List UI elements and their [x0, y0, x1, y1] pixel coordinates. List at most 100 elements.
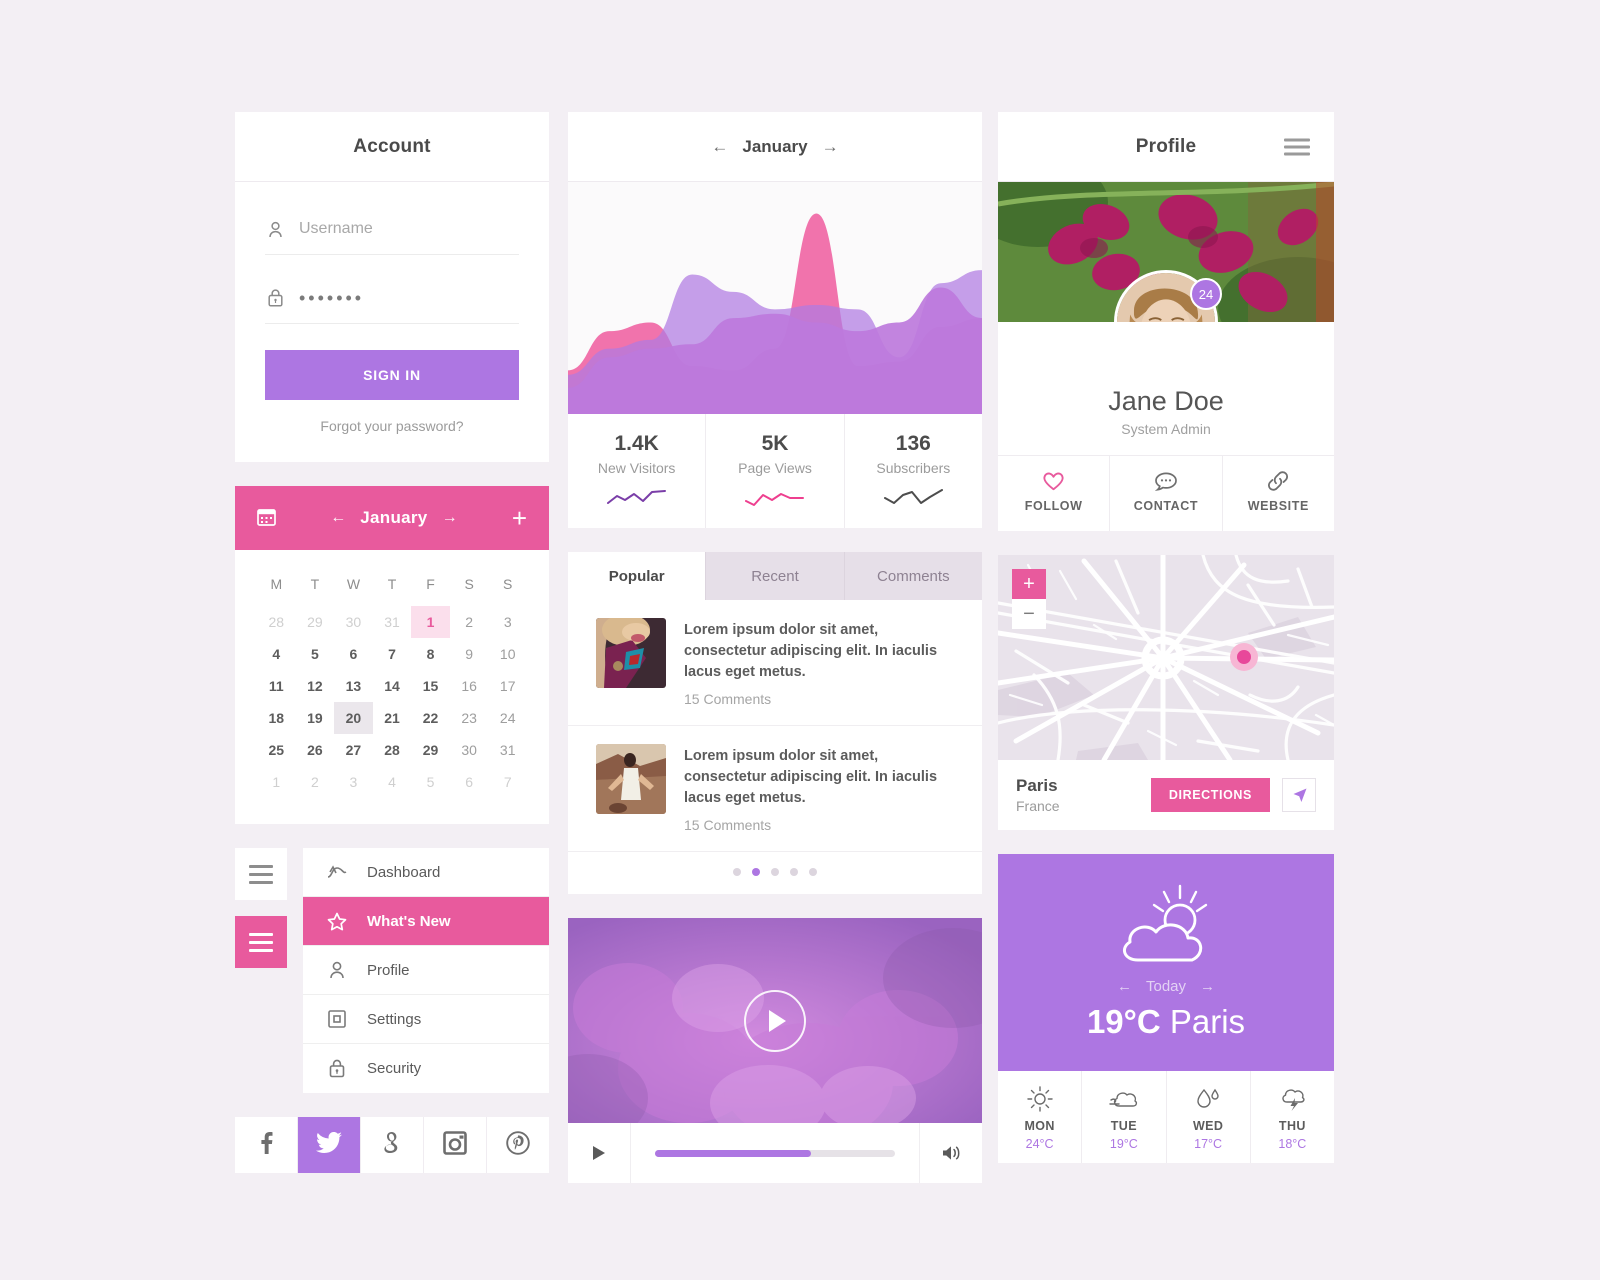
video-play-overlay-button[interactable]	[744, 989, 806, 1052]
pager-dot[interactable]	[809, 868, 817, 877]
calendar-day[interactable]: 24	[488, 702, 527, 734]
calendar-day[interactable]: 5	[411, 766, 450, 798]
weather-prev-arrow[interactable]: ←	[1117, 978, 1132, 995]
video-play-button[interactable]	[568, 1123, 631, 1184]
calendar-day[interactable]: 5	[296, 638, 335, 670]
calendar-day[interactable]: 18	[257, 702, 296, 734]
calendar-day[interactable]: 1	[411, 606, 450, 638]
pager-dot[interactable]	[790, 868, 798, 877]
calendar-day[interactable]: 3	[488, 606, 527, 638]
calendar-day[interactable]: 27	[334, 734, 373, 766]
calendar-day[interactable]: 12	[296, 670, 335, 702]
calendar-add-button[interactable]: +	[512, 505, 527, 531]
calendar-day[interactable]: 11	[257, 670, 296, 702]
calendar-day[interactable]: 8	[411, 638, 450, 670]
calendar-day[interactable]: 2	[296, 766, 335, 798]
pager-dot[interactable]	[752, 868, 760, 877]
analytics-prev-arrow[interactable]: ←	[711, 137, 728, 157]
menu-item-settings[interactable]: Settings	[303, 995, 549, 1044]
hamburger-button-white[interactable]	[235, 848, 287, 900]
map-pin-icon[interactable]	[1229, 643, 1258, 672]
calendar-day[interactable]: 20	[334, 702, 373, 734]
calendar-day[interactable]: 16	[450, 670, 489, 702]
calendar-day[interactable]: 4	[257, 638, 296, 670]
calendar-day[interactable]: 28	[373, 734, 412, 766]
calendar-day[interactable]: 30	[450, 734, 489, 766]
calendar-day[interactable]: 13	[334, 670, 373, 702]
weather-day-nav: ← Today →	[998, 978, 1334, 995]
calendar-next-arrow[interactable]: →	[442, 509, 458, 527]
calendar-day[interactable]: 21	[373, 702, 412, 734]
calendar-day[interactable]: 25	[257, 734, 296, 766]
calendar-day[interactable]: 28	[257, 606, 296, 638]
calendar-day[interactable]: 22	[411, 702, 450, 734]
pager-dot[interactable]	[733, 868, 741, 877]
navigation-arrow-icon[interactable]	[1282, 778, 1316, 812]
tab-popular[interactable]: Popular	[568, 552, 707, 600]
calendar-day[interactable]: 4	[373, 766, 412, 798]
social-button-instagram[interactable]	[424, 1117, 487, 1173]
user-icon	[265, 218, 285, 240]
tab-comments[interactable]: Comments	[844, 552, 982, 600]
forecast-day-wed[interactable]: WED 17°C	[1167, 1071, 1251, 1163]
column-left: Account Username ••••••• SIGN IN Forgot …	[235, 112, 549, 1173]
profile-action-follow[interactable]: FOLLOW	[998, 456, 1111, 531]
menu-item-profile[interactable]: Profile	[303, 946, 549, 995]
hamburger-icon[interactable]	[1284, 138, 1310, 155]
social-button-pinterest[interactable]	[487, 1117, 549, 1173]
pager-dot[interactable]	[771, 868, 779, 877]
directions-button[interactable]: DIRECTIONS	[1150, 778, 1270, 812]
forecast-day-thu[interactable]: THU 18°C	[1251, 1071, 1334, 1163]
calendar-day[interactable]: 7	[373, 638, 412, 670]
weather-next-arrow[interactable]: →	[1200, 978, 1215, 995]
calendar-day[interactable]: 6	[450, 766, 489, 798]
calendar-day[interactable]: 7	[488, 766, 527, 798]
calendar-day[interactable]: 3	[334, 766, 373, 798]
calendar-day[interactable]: 15	[411, 670, 450, 702]
password-input[interactable]: •••••••	[299, 289, 364, 307]
list-item[interactable]: Lorem ipsum dolor sit amet, consectetur …	[568, 600, 982, 727]
calendar-prev-arrow[interactable]: ←	[330, 509, 346, 527]
social-button-google-plus[interactable]	[361, 1117, 424, 1173]
calendar-day[interactable]: 19	[296, 702, 335, 734]
forgot-password-link[interactable]: Forgot your password?	[265, 418, 519, 434]
forecast-day-mon[interactable]: MON 24°C	[998, 1071, 1083, 1163]
profile-action-website[interactable]: WEBSITE	[1223, 456, 1334, 531]
menu-item-security[interactable]: Security	[303, 1044, 549, 1093]
calendar-day[interactable]: 31	[488, 734, 527, 766]
map-zoom-in-button[interactable]: +	[1012, 569, 1046, 599]
video-volume-button[interactable]	[919, 1123, 982, 1184]
social-button-twitter[interactable]	[298, 1117, 361, 1173]
calendar-day[interactable]: 30	[334, 606, 373, 638]
calendar-day[interactable]: 23	[450, 702, 489, 734]
username-field[interactable]: Username	[265, 212, 519, 255]
menu-item-dashboard[interactable]: Dashboard	[303, 848, 549, 897]
sign-in-button[interactable]: SIGN IN	[265, 350, 519, 400]
forecast-day-tue[interactable]: TUE 19°C	[1082, 1071, 1167, 1163]
calendar-day[interactable]: 10	[488, 638, 527, 670]
calendar-day[interactable]: 17	[488, 670, 527, 702]
calendar-day[interactable]: 1	[257, 766, 296, 798]
password-field[interactable]: •••••••	[265, 281, 519, 324]
tab-recent[interactable]: Recent	[706, 552, 845, 600]
calendar-day[interactable]: 29	[296, 606, 335, 638]
calendar-day[interactable]: 14	[373, 670, 412, 702]
calendar-day[interactable]: 29	[411, 734, 450, 766]
list-item[interactable]: Lorem ipsum dolor sit amet, consectetur …	[568, 726, 982, 853]
calendar-day[interactable]: 9	[450, 638, 489, 670]
username-input[interactable]: Username	[299, 220, 373, 238]
calendar-day[interactable]: 2	[450, 606, 489, 638]
video-track[interactable]	[655, 1149, 895, 1157]
map-zoom-out-button[interactable]: −	[1012, 599, 1046, 629]
calendar-day[interactable]: 31	[373, 606, 412, 638]
calendar-day[interactable]: 6	[334, 638, 373, 670]
map-view[interactable]: + −	[998, 555, 1334, 760]
social-button-facebook[interactable]	[235, 1117, 298, 1173]
calendar-day[interactable]: 26	[296, 734, 335, 766]
menu-item-what-s-new[interactable]: What's New	[303, 897, 549, 946]
video-stage[interactable]	[568, 918, 982, 1124]
analytics-next-arrow[interactable]: →	[822, 137, 839, 157]
hamburger-button-pink[interactable]	[235, 916, 287, 968]
profile-action-contact[interactable]: CONTACT	[1110, 456, 1223, 531]
video-progress[interactable]	[631, 1149, 919, 1157]
